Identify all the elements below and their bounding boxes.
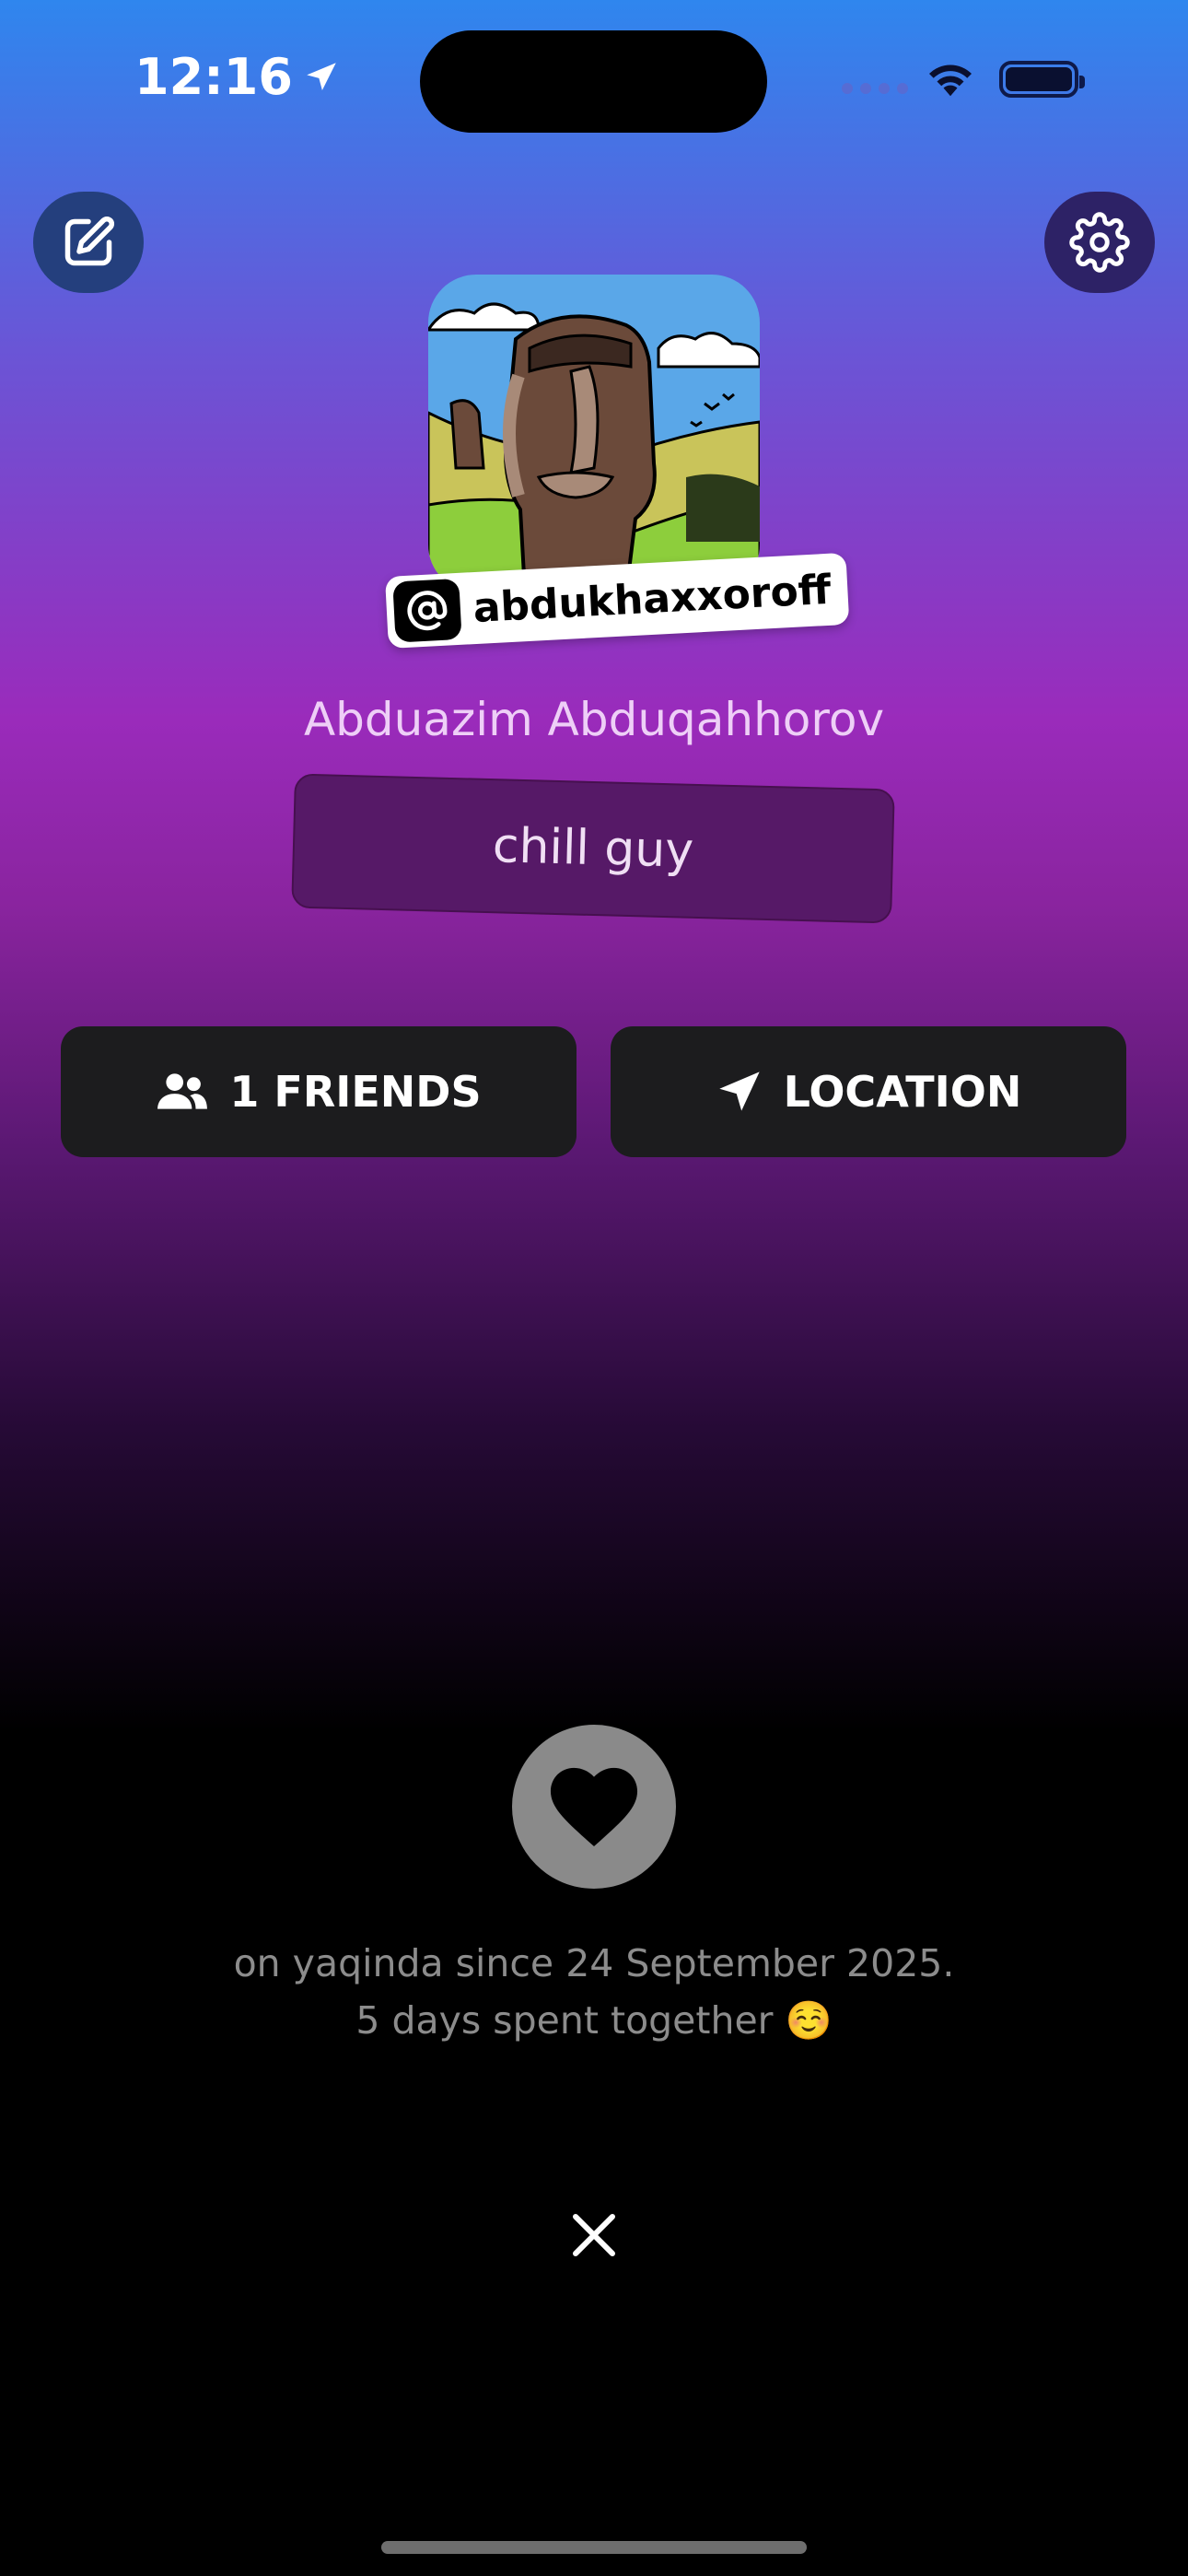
settings-button[interactable] bbox=[1044, 192, 1155, 293]
friends-button[interactable]: 1 FRIENDS bbox=[61, 1026, 577, 1157]
location-button[interactable]: LOCATION bbox=[611, 1026, 1126, 1157]
profile-avatar[interactable] bbox=[428, 275, 760, 592]
heart-icon bbox=[550, 1767, 638, 1846]
status-time: 12:16 bbox=[134, 48, 341, 106]
friends-label: 1 FRIENDS bbox=[229, 1067, 482, 1117]
edit-icon bbox=[64, 216, 115, 266]
wifi-icon bbox=[929, 64, 972, 97]
close-icon[interactable] bbox=[566, 2207, 622, 2263]
home-indicator[interactable] bbox=[381, 2541, 807, 2554]
gear-icon bbox=[1069, 212, 1130, 273]
since-line-1: on yaqinda since 24 September 2025. bbox=[233, 1941, 955, 1985]
dynamic-island bbox=[420, 30, 767, 133]
at-icon bbox=[392, 578, 462, 643]
full-name: Abduazim Abduqahhorov bbox=[303, 693, 885, 746]
users-icon bbox=[157, 1073, 208, 1109]
like-button[interactable] bbox=[512, 1725, 676, 1889]
since-line-2: 5 days spent together ☺️ bbox=[355, 1998, 833, 2043]
battery-icon bbox=[999, 61, 1085, 98]
edit-profile-button[interactable] bbox=[33, 192, 144, 293]
username-text: abdukhaxxoroff bbox=[472, 566, 833, 632]
cellular-signal-icon bbox=[842, 83, 908, 94]
bio-status: chill guy bbox=[291, 773, 895, 924]
location-label: LOCATION bbox=[783, 1067, 1022, 1117]
navigation-arrow-icon bbox=[718, 1071, 760, 1111]
location-arrow-icon bbox=[307, 62, 336, 90]
time-text: 12:16 bbox=[134, 48, 293, 106]
friendship-since-text: on yaqinda since 24 September 2025. 5 da… bbox=[0, 1935, 1188, 2049]
